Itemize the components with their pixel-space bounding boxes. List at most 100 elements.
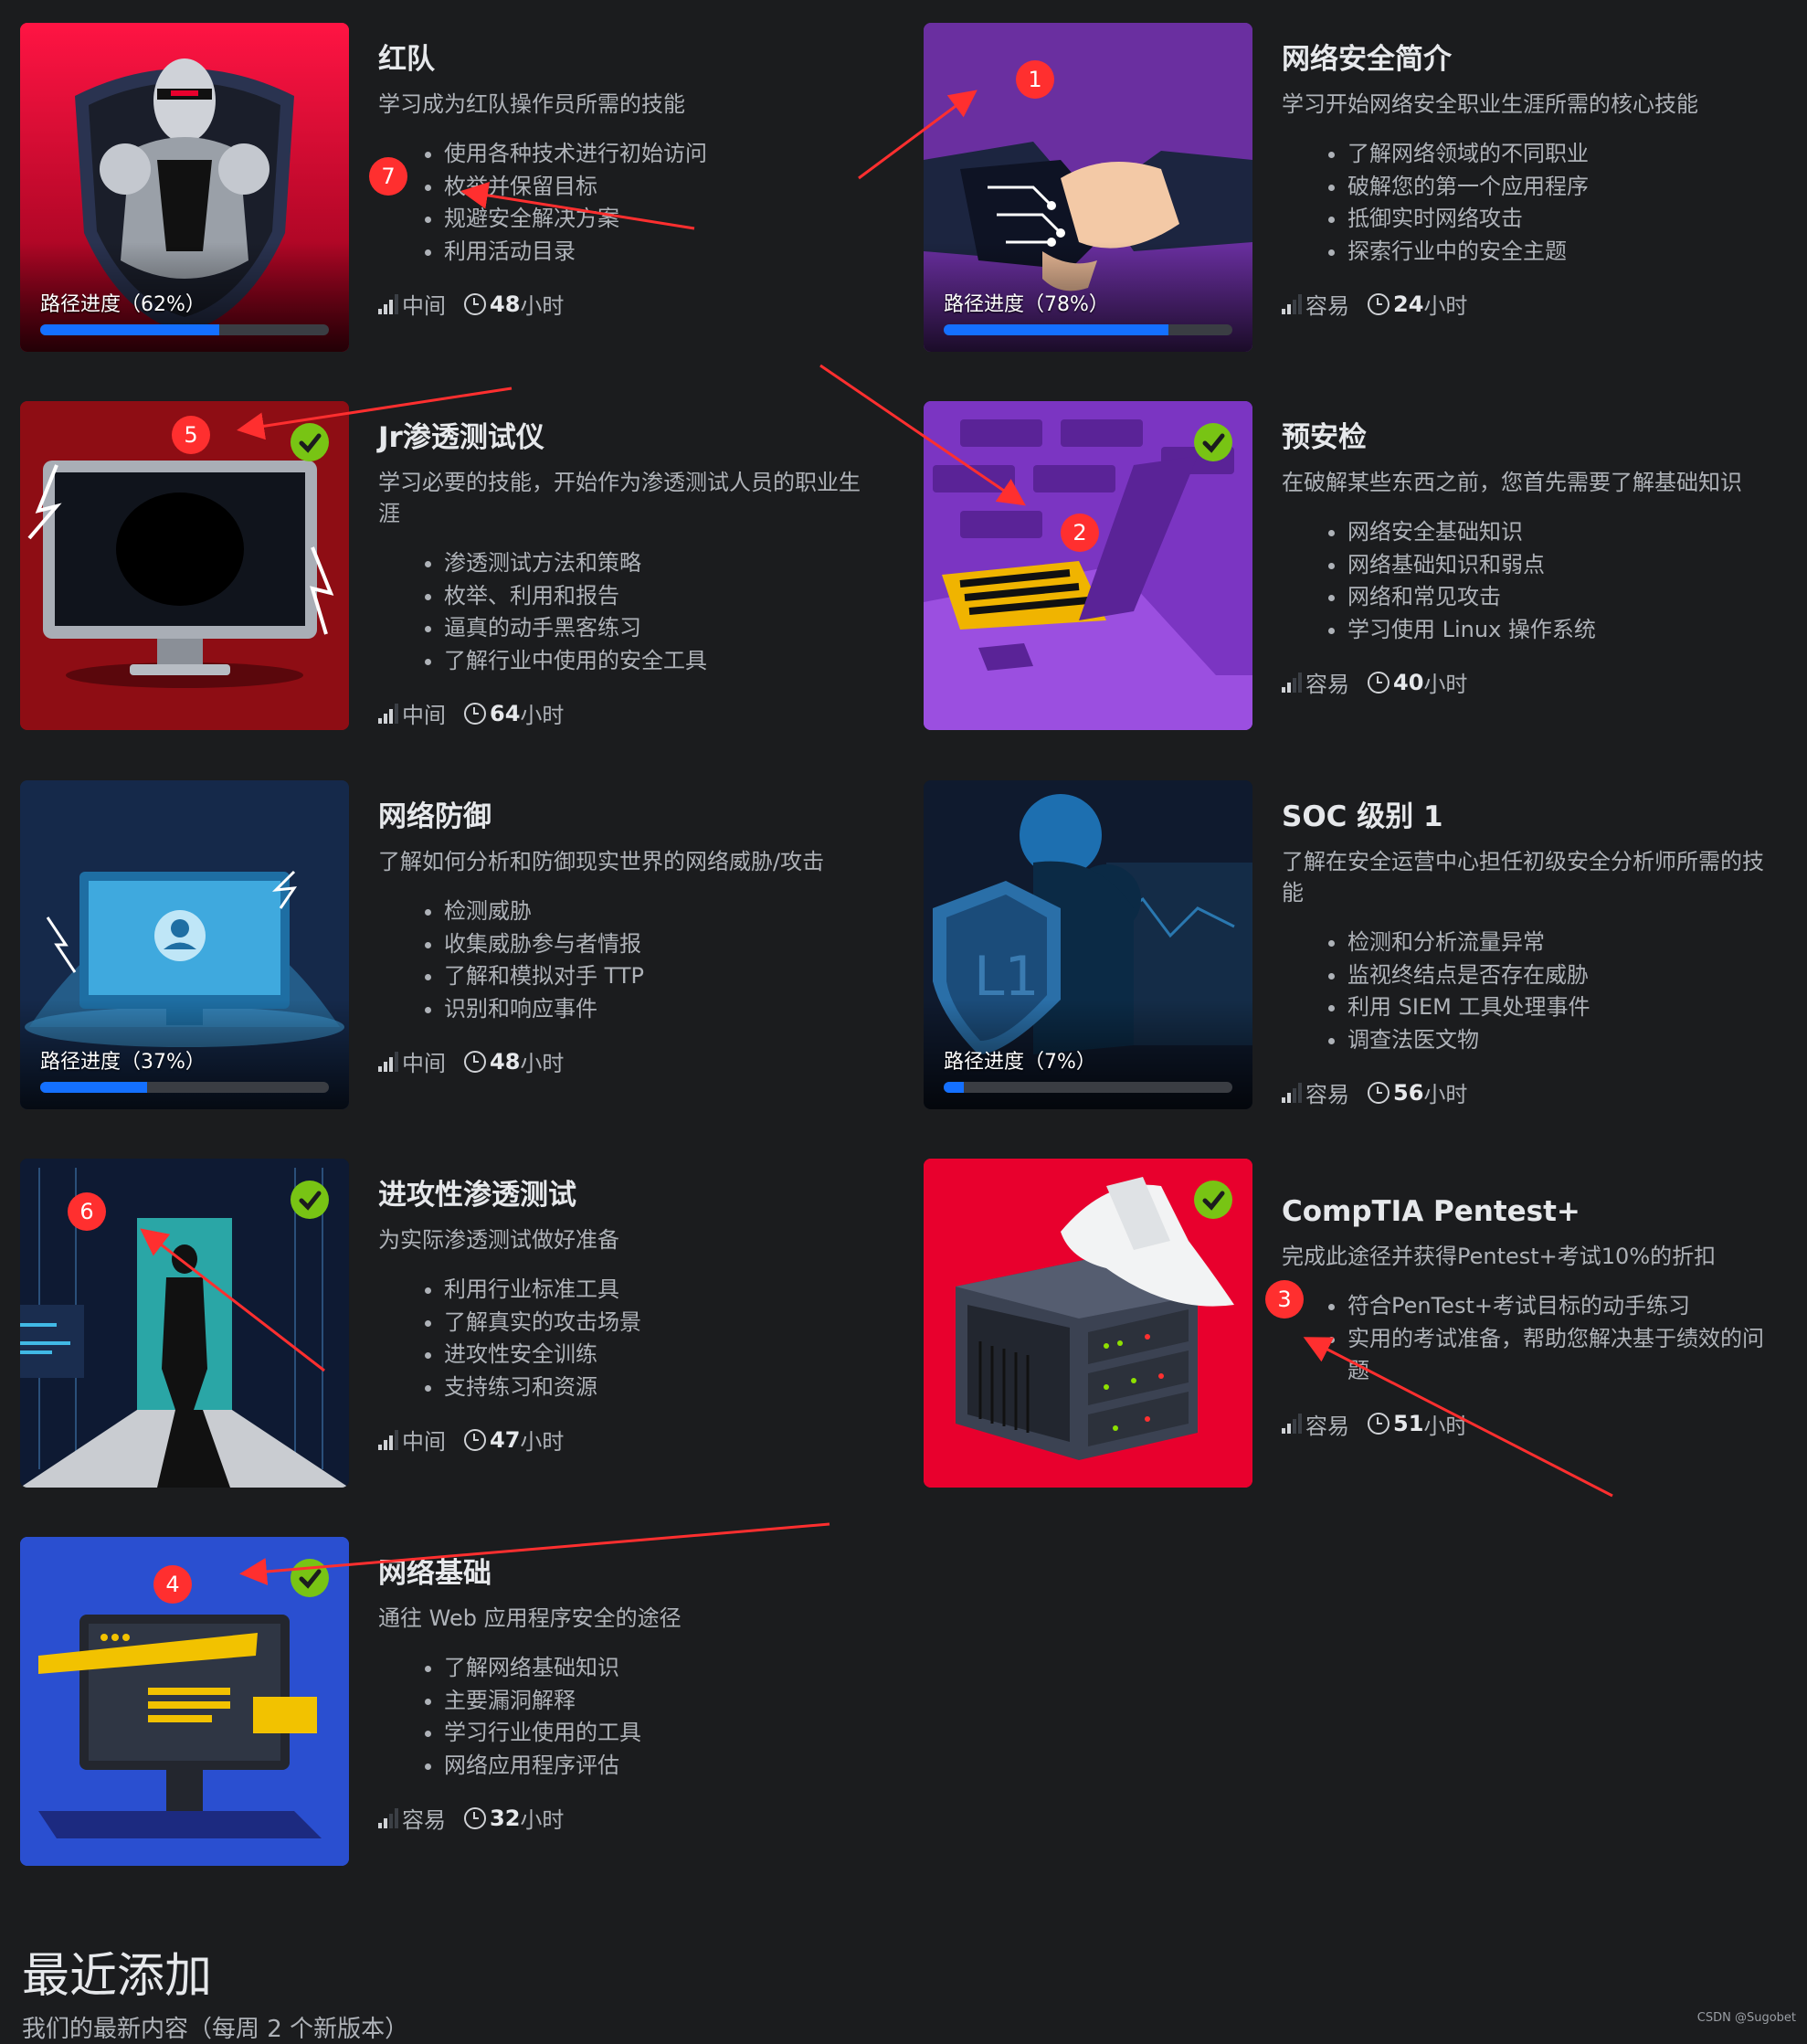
completed-check-icon xyxy=(291,423,329,461)
skill-item: 检测威胁 xyxy=(444,895,879,928)
path-title[interactable]: 红队 xyxy=(378,23,879,78)
path-card-pre-security[interactable]: 预安检 在破解某些东西之前，您首先需要了解基础知识 网络安全基础知识 网络基础知… xyxy=(924,401,1782,730)
path-description: 通往 Web 应用程序安全的途径 xyxy=(378,1605,682,1631)
skill-item: 了解网络领域的不同职业 xyxy=(1347,138,1782,171)
annotation-badge-2: 2 xyxy=(1061,514,1099,552)
clock-icon xyxy=(464,1806,486,1829)
path-info: 网络基础 通往 Web 应用程序安全的途径 了解网络基础知识 主要漏洞解释 学习… xyxy=(378,1537,879,1834)
watermark: CSDN @Sugobet xyxy=(1696,2011,1796,2025)
path-description: 完成此途径并获得Pentest+考试10%的折扣 xyxy=(1282,1244,1717,1269)
path-description: 在破解某些东西之前，您首先需要了解基础知识 xyxy=(1282,470,1742,495)
progress-label: 路径进度（78%） xyxy=(944,293,1109,316)
path-card-comptia-pentest-plus[interactable]: CompTIA Pentest+ 完成此途径并获得Pentest+考试10%的折… xyxy=(924,1159,1782,1488)
progress-label: 路径进度（7%） xyxy=(944,1051,1096,1074)
path-title[interactable]: 网络基础 xyxy=(378,1537,879,1592)
path-title[interactable]: SOC 级别 1 xyxy=(1282,780,1782,835)
path-progress: 路径进度（7%） xyxy=(944,1045,1232,1093)
path-title[interactable]: 进攻性渗透测试 xyxy=(378,1159,879,1213)
path-info: 预安检 在破解某些东西之前，您首先需要了解基础知识 网络安全基础知识 网络基础知… xyxy=(1282,401,1782,698)
path-card-web-fundamentals[interactable]: 网络基础 通往 Web 应用程序安全的途径 了解网络基础知识 主要漏洞解释 学习… xyxy=(20,1537,879,1866)
path-card-red-team[interactable]: 路径进度（62%） 红队 学习成为红队操作员所需的技能 使用各种技术进行初始访问… xyxy=(20,23,879,352)
progress-fill xyxy=(944,1082,965,1093)
path-thumbnail[interactable]: 路径进度（37%） xyxy=(20,780,349,1109)
skill-item: 网络和常见攻击 xyxy=(1347,581,1782,614)
path-meta: 容易 51 小时 xyxy=(1282,1408,1782,1440)
duration-hours: 40 xyxy=(1393,669,1424,695)
path-thumbnail[interactable] xyxy=(924,1159,1252,1488)
progress-track xyxy=(40,1082,329,1093)
path-skills-list: 渗透测试方法和策略 枚举、利用和报告 逼真的动手黑客练习 了解行业中使用的安全工… xyxy=(378,547,879,677)
path-card-soc-level-1[interactable]: L1 路径进度（7%） SOC 级别 1 了解在安全运营中心担任初级安全分析师所… xyxy=(924,780,1782,1109)
path-meta: 中间 48 小时 xyxy=(378,288,879,320)
path-thumbnail[interactable] xyxy=(924,401,1252,730)
progress-track xyxy=(944,1082,1232,1093)
skill-item: 渗透测试方法和策略 xyxy=(444,547,879,580)
skill-item: 实用的考试准备，帮助您解决基于绩效的问题 xyxy=(1347,1323,1782,1388)
path-card-jr-penetration-tester[interactable]: Jr渗透测试仪 学习必要的技能，开始作为渗透测试人员的职业生涯 渗透测试方法和策… xyxy=(20,401,879,730)
difficulty-icon xyxy=(378,1807,398,1828)
path-skills-list: 符合PenTest+考试目标的动手练习 实用的考试准备，帮助您解决基于绩效的问题 xyxy=(1282,1290,1782,1388)
difficulty-label: 容易 xyxy=(1305,293,1349,319)
path-skills-list: 检测和分析流量异常 监视终结点是否存在威胁 利用 SIEM 工具处理事件 调查法… xyxy=(1282,927,1782,1056)
progress-fill xyxy=(40,324,219,335)
skill-item: 了解真实的攻击场景 xyxy=(444,1307,879,1340)
path-title[interactable]: 网络防御 xyxy=(378,780,879,835)
path-thumbnail[interactable]: 路径进度（62%） xyxy=(20,23,349,352)
skill-item: 主要漏洞解释 xyxy=(444,1685,879,1718)
difficulty-icon xyxy=(378,1051,398,1072)
path-progress: 路径进度（62%） xyxy=(40,288,329,335)
annotation-badge-5: 5 xyxy=(172,416,210,454)
skill-item: 调查法医文物 xyxy=(1347,1024,1782,1057)
path-card-offensive-pentesting[interactable]: 进攻性渗透测试 为实际渗透测试做好准备 利用行业标准工具 了解真实的攻击场景 进… xyxy=(20,1159,879,1488)
clock-icon xyxy=(464,1428,486,1451)
difficulty-label: 中间 xyxy=(402,293,446,319)
duration-unit: 小时 xyxy=(1423,672,1468,697)
clock-icon xyxy=(1368,292,1390,315)
duration-unit: 小时 xyxy=(1423,293,1468,319)
annotation-badge-4: 4 xyxy=(153,1565,192,1604)
path-skills-list: 利用行业标准工具 了解真实的攻击场景 进攻性安全训练 支持练习和资源 xyxy=(378,1274,879,1403)
path-thumbnail[interactable]: 路径进度（78%） xyxy=(924,23,1252,352)
clock-icon xyxy=(1368,671,1390,694)
path-skills-list: 网络安全基础知识 网络基础知识和弱点 网络和常见攻击 学习使用 Linux 操作… xyxy=(1282,516,1782,646)
skill-item: 支持练习和资源 xyxy=(444,1371,879,1404)
difficulty-icon xyxy=(378,703,398,724)
path-info: 网络防御 了解如何分析和防御现实世界的网络威胁/攻击 检测威胁 收集威胁参与者情… xyxy=(378,780,879,1077)
path-description: 了解在安全运营中心担任初级安全分析师所需的技能 xyxy=(1282,849,1764,906)
path-title[interactable]: 网络安全简介 xyxy=(1282,23,1782,78)
path-info: 进攻性渗透测试 为实际渗透测试做好准备 利用行业标准工具 了解真实的攻击场景 进… xyxy=(378,1159,879,1456)
difficulty-icon xyxy=(1282,1082,1302,1103)
path-title[interactable]: Jr渗透测试仪 xyxy=(378,401,879,456)
duration-hours: 32 xyxy=(490,1805,521,1831)
progress-track xyxy=(40,324,329,335)
path-description: 学习必要的技能，开始作为渗透测试人员的职业生涯 xyxy=(378,470,861,526)
skill-item: 抵御实时网络攻击 xyxy=(1347,203,1782,236)
annotation-badge-1: 1 xyxy=(1016,60,1054,99)
skill-item: 了解网络基础知识 xyxy=(444,1652,879,1685)
path-card-cyber-defense[interactable]: 路径进度（37%） 网络防御 了解如何分析和防御现实世界的网络威胁/攻击 检测威… xyxy=(20,780,879,1109)
duration-unit: 小时 xyxy=(1423,1082,1468,1107)
completed-check-icon xyxy=(291,1559,329,1597)
path-title[interactable]: CompTIA Pentest+ xyxy=(1282,1175,1782,1230)
skill-item: 了解行业中使用的安全工具 xyxy=(444,645,879,678)
progress-fill xyxy=(40,1082,147,1093)
skill-item: 利用 SIEM 工具处理事件 xyxy=(1347,991,1782,1024)
path-thumbnail[interactable]: L1 路径进度（7%） xyxy=(924,780,1252,1109)
path-info: 红队 学习成为红队操作员所需的技能 使用各种技术进行初始访问 枚举并保留目标 规… xyxy=(378,23,879,320)
skill-item: 学习行业使用的工具 xyxy=(444,1717,879,1750)
path-info: CompTIA Pentest+ 完成此途径并获得Pentest+考试10%的折… xyxy=(1282,1159,1782,1440)
clock-icon xyxy=(464,292,486,315)
duration-hours: 48 xyxy=(490,291,521,317)
difficulty-label: 中间 xyxy=(402,1429,446,1455)
duration-hours: 64 xyxy=(490,700,521,726)
skill-item: 利用活动目录 xyxy=(444,236,879,269)
skill-item: 网络安全基础知识 xyxy=(1347,516,1782,549)
clock-icon xyxy=(464,1050,486,1073)
skill-item: 收集威胁参与者情报 xyxy=(444,928,879,961)
path-title[interactable]: 预安检 xyxy=(1282,401,1782,456)
duration-unit: 小时 xyxy=(1423,1413,1468,1439)
clock-icon xyxy=(1368,1081,1390,1104)
skill-item: 了解和模拟对手 TTP xyxy=(444,960,879,993)
section-subtitle: 我们的最新内容（每周 2 个新版本） xyxy=(22,2016,409,2043)
path-meta: 中间 47 小时 xyxy=(378,1424,879,1456)
